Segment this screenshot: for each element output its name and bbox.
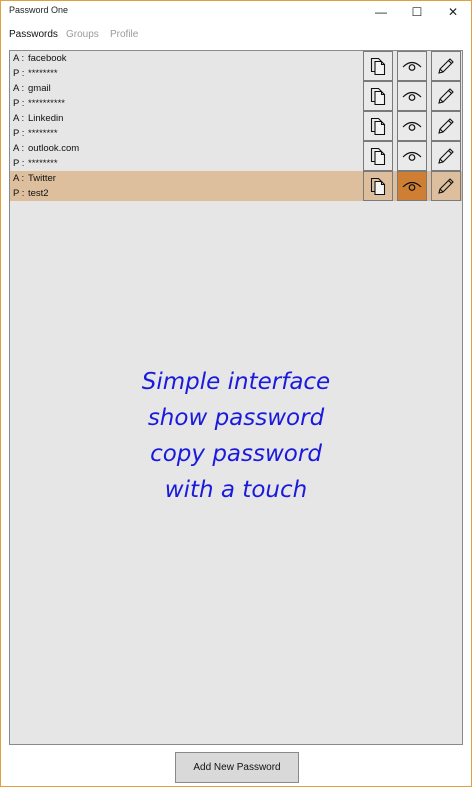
show-password-button[interactable] xyxy=(397,111,427,141)
maximize-button[interactable]: ☐ xyxy=(399,1,435,23)
minimize-icon: — xyxy=(375,5,387,19)
password-value: ******** xyxy=(28,158,58,169)
account-name: gmail xyxy=(28,83,51,94)
password-list: A : facebook P : ******** A: gmail P: … xyxy=(9,50,463,745)
promo-text: Simple interface show password copy pass… xyxy=(10,364,462,508)
pencil-icon xyxy=(438,88,454,104)
copy-icon xyxy=(370,57,386,76)
password-prefix: P : xyxy=(13,68,25,79)
show-password-button[interactable] xyxy=(397,141,427,171)
promo-line: with a touch xyxy=(164,477,308,503)
edit-entry-button[interactable] xyxy=(431,81,461,111)
eye-icon xyxy=(402,151,422,161)
password-prefix: P : xyxy=(13,158,25,169)
edit-entry-button[interactable] xyxy=(431,51,461,81)
tab-profile[interactable]: Profile xyxy=(110,29,138,40)
account-name: Linkedin xyxy=(28,113,64,124)
tab-bar: Passwords Groups Profile xyxy=(1,27,471,45)
window-title: Password One xyxy=(9,5,69,15)
pencil-icon xyxy=(438,148,454,164)
copy-icon xyxy=(370,177,386,196)
promo-line: Simple interface xyxy=(141,369,331,395)
copy-password-button[interactable] xyxy=(363,111,393,141)
password-prefix: P : xyxy=(13,98,25,109)
promo-line: show password xyxy=(147,405,325,431)
pencil-icon xyxy=(438,178,454,194)
password-entry-row[interactable]: A : gmail P : ********** xyxy=(10,81,462,111)
password-value: ********** xyxy=(28,98,65,109)
show-password-button[interactable] xyxy=(397,171,427,201)
eye-icon xyxy=(402,181,422,191)
copy-icon xyxy=(370,87,386,106)
account-prefix: A : xyxy=(13,143,25,154)
eye-icon xyxy=(402,61,422,71)
copy-password-button[interactable] xyxy=(363,81,393,111)
password-entry-row[interactable]: A : Twitter P : test2 xyxy=(10,171,462,201)
pencil-icon xyxy=(438,118,454,134)
add-new-password-button[interactable]: Add New Password xyxy=(175,752,299,783)
password-entry-row[interactable]: A : outlook.com P : ******** xyxy=(10,141,462,171)
copy-password-button[interactable] xyxy=(363,141,393,171)
minimize-button[interactable]: — xyxy=(363,1,399,23)
copy-icon xyxy=(370,117,386,136)
tab-passwords[interactable]: Passwords xyxy=(9,29,58,40)
account-name: facebook xyxy=(28,53,67,64)
show-password-button[interactable] xyxy=(397,51,427,81)
edit-entry-button[interactable] xyxy=(431,171,461,201)
password-value: test2 xyxy=(28,188,49,199)
maximize-icon: ☐ xyxy=(411,5,423,19)
eye-icon xyxy=(402,91,422,101)
password-entry-row[interactable]: A : Linkedin P : ******** xyxy=(10,111,462,141)
password-entry-row[interactable]: A : facebook P : ******** xyxy=(10,51,462,81)
copy-icon xyxy=(370,147,386,166)
tab-groups[interactable]: Groups xyxy=(66,29,99,40)
promo-line: copy password xyxy=(150,441,322,467)
copy-password-button[interactable] xyxy=(363,51,393,81)
password-prefix: P : xyxy=(13,188,25,199)
password-prefix: P : xyxy=(13,128,25,139)
close-icon: ✕ xyxy=(447,5,459,19)
eye-icon xyxy=(402,121,422,131)
title-bar: Password One — ☐ ✕ xyxy=(1,1,471,23)
password-value: ******** xyxy=(28,68,58,79)
account-name: outlook.com xyxy=(28,143,80,154)
copy-password-button[interactable] xyxy=(363,171,393,201)
password-value: ******** xyxy=(28,128,58,139)
account-prefix: A : xyxy=(13,53,25,64)
account-name: Twitter xyxy=(28,173,56,184)
account-prefix: A : xyxy=(13,173,25,184)
account-prefix: A : xyxy=(13,113,25,124)
close-button[interactable]: ✕ xyxy=(435,1,471,23)
edit-entry-button[interactable] xyxy=(431,141,461,171)
show-password-button[interactable] xyxy=(397,81,427,111)
edit-entry-button[interactable] xyxy=(431,111,461,141)
account-prefix: A : xyxy=(13,83,25,94)
pencil-icon xyxy=(438,58,454,74)
